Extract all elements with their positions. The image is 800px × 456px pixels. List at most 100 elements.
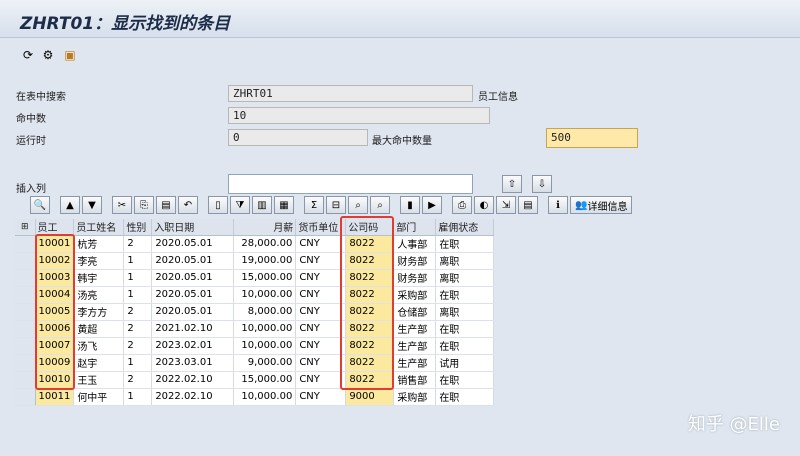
- undo-icon[interactable]: ↶: [178, 196, 198, 214]
- sort-ascending-icon[interactable]: ▲: [60, 196, 80, 214]
- cell-employee-name[interactable]: 赵宇: [73, 354, 125, 372]
- cell-salary[interactable]: 10,000.00: [233, 320, 297, 338]
- max-hits-input[interactable]: 500: [546, 128, 638, 148]
- col-header-gender[interactable]: 性别: [123, 219, 153, 236]
- select-all-cell[interactable]: ⊞: [15, 219, 36, 236]
- cell-status[interactable]: 离职: [435, 303, 495, 321]
- cell-status[interactable]: 离职: [435, 269, 495, 287]
- cell-hire-date[interactable]: 2022.02.10: [151, 388, 235, 406]
- subtotal-icon[interactable]: ⊟: [326, 196, 346, 214]
- print-icon[interactable]: ⎙: [452, 196, 472, 214]
- cell-status[interactable]: 在职: [435, 286, 495, 304]
- cut-icon[interactable]: ✂: [112, 196, 132, 214]
- paste-icon[interactable]: ▤: [156, 196, 176, 214]
- cell-department[interactable]: 财务部: [393, 269, 437, 287]
- cell-currency[interactable]: CNY: [295, 235, 347, 253]
- table-row[interactable]: 10004 汤亮 1 2020.05.01 10,000.00 CNY 8022 采购部 在职: [15, 286, 495, 304]
- cell-department[interactable]: 生产部: [393, 320, 437, 338]
- sort-descending-icon[interactable]: ▼: [82, 196, 102, 214]
- binoculars-icon[interactable]: ⌕: [348, 196, 368, 214]
- cell-employee-name[interactable]: 何中平: [73, 388, 125, 406]
- col-header-name[interactable]: 员工姓名: [73, 219, 125, 236]
- table-row[interactable]: 10006 黄超 2 2021.02.10 10,000.00 CNY 8022 生产部 在职: [15, 320, 495, 338]
- table-row[interactable]: 10001 杭芳 2 2020.05.01 28,000.00 CNY 8022 人事部 在职: [15, 235, 495, 253]
- row-selector[interactable]: [15, 303, 36, 321]
- cell-hire-date[interactable]: 2023.02.01: [151, 337, 235, 355]
- cell-status[interactable]: 在职: [435, 388, 495, 406]
- cell-status[interactable]: 在职: [435, 337, 495, 355]
- table-row[interactable]: 10003 韩宇 1 2020.05.01 15,000.00 CNY 8022 财务部 离职: [15, 269, 495, 287]
- cell-currency[interactable]: CNY: [295, 371, 347, 389]
- search-icon[interactable]: 🔍: [30, 196, 50, 214]
- table-row[interactable]: 10009 赵宇 1 2023.03.01 9,000.00 CNY 8022 生产部 试用: [15, 354, 495, 372]
- cell-currency[interactable]: CNY: [295, 354, 347, 372]
- col-header-currency[interactable]: 货币单位: [295, 219, 347, 236]
- cell-employee-name[interactable]: 李亮: [73, 252, 125, 270]
- cell-department[interactable]: 财务部: [393, 252, 437, 270]
- cell-gender[interactable]: 2: [123, 371, 153, 389]
- cell-salary[interactable]: 15,000.00: [233, 269, 297, 287]
- row-selector[interactable]: [15, 337, 36, 355]
- cell-status[interactable]: 在职: [435, 235, 495, 253]
- cell-employee-name[interactable]: 杭芳: [73, 235, 125, 253]
- cell-department[interactable]: 生产部: [393, 354, 437, 372]
- cell-department[interactable]: 人事部: [393, 235, 437, 253]
- cell-hire-date[interactable]: 2020.05.01: [151, 252, 235, 270]
- chart-icon[interactable]: ▮: [400, 196, 420, 214]
- cell-employee-name[interactable]: 黄超: [73, 320, 125, 338]
- row-selector[interactable]: [15, 269, 36, 287]
- cell-employee-name[interactable]: 王玉: [73, 371, 125, 389]
- row-selector[interactable]: [15, 371, 36, 389]
- row-selector[interactable]: [15, 388, 36, 406]
- table-row[interactable]: 10011 何中平 1 2022.02.10 10,000.00 CNY 9000 采购部 在职: [15, 388, 495, 406]
- cell-employee-id[interactable]: 10011: [35, 388, 75, 406]
- cell-status[interactable]: 试用: [435, 354, 495, 372]
- save-icon[interactable]: ▣: [62, 47, 78, 63]
- cell-salary[interactable]: 19,000.00: [233, 252, 297, 270]
- cell-currency[interactable]: CNY: [295, 286, 347, 304]
- cell-hire-date[interactable]: 2021.02.10: [151, 320, 235, 338]
- cell-status[interactable]: 在职: [435, 320, 495, 338]
- cell-salary[interactable]: 10,000.00: [233, 337, 297, 355]
- cell-company-code[interactable]: 9000: [345, 388, 395, 406]
- cell-currency[interactable]: CNY: [295, 252, 347, 270]
- cell-salary[interactable]: 10,000.00: [233, 388, 297, 406]
- table-row[interactable]: 10002 李亮 1 2020.05.01 19,000.00 CNY 8022 财务部 离职: [15, 252, 495, 270]
- settings-icon[interactable]: ⚙: [40, 47, 56, 63]
- cell-gender[interactable]: 2: [123, 303, 153, 321]
- insert-column-input[interactable]: [228, 174, 473, 194]
- cell-hire-date[interactable]: 2023.03.01: [151, 354, 235, 372]
- export-icon[interactable]: ▶: [422, 196, 442, 214]
- cell-hire-date[interactable]: 2020.05.01: [151, 235, 235, 253]
- copy-icon[interactable]: ⎘: [134, 196, 154, 214]
- cell-gender[interactable]: 1: [123, 269, 153, 287]
- row-selector[interactable]: [15, 354, 36, 372]
- cell-hire-date[interactable]: 2022.02.10: [151, 371, 235, 389]
- table-row[interactable]: 10010 王玉 2 2022.02.10 15,000.00 CNY 8022 销售部 在职: [15, 371, 495, 389]
- cell-salary[interactable]: 28,000.00: [233, 235, 297, 253]
- cell-status[interactable]: 离职: [435, 252, 495, 270]
- cell-salary[interactable]: 15,000.00: [233, 371, 297, 389]
- filter-icon[interactable]: ⧩: [230, 196, 250, 214]
- col-header-status[interactable]: 雇佣状态: [435, 219, 495, 236]
- table-row[interactable]: 10005 李方方 2 2020.05.01 8,000.00 CNY 8022 仓储部 离职: [15, 303, 495, 321]
- cell-currency[interactable]: CNY: [295, 337, 347, 355]
- cell-currency[interactable]: CNY: [295, 269, 347, 287]
- cell-department[interactable]: 采购部: [393, 388, 437, 406]
- find-next-icon[interactable]: ⌕: [370, 196, 390, 214]
- cell-gender[interactable]: 1: [123, 388, 153, 406]
- view-icon[interactable]: ◐: [474, 196, 494, 214]
- cell-gender[interactable]: 2: [123, 337, 153, 355]
- cell-department[interactable]: 仓储部: [393, 303, 437, 321]
- cell-gender[interactable]: 1: [123, 354, 153, 372]
- cell-department[interactable]: 采购部: [393, 286, 437, 304]
- layout-icon[interactable]: ▥: [252, 196, 272, 214]
- cell-currency[interactable]: CNY: [295, 320, 347, 338]
- cell-currency[interactable]: CNY: [295, 388, 347, 406]
- col-header-salary[interactable]: 月薪: [233, 219, 297, 236]
- col-header-employee[interactable]: 员工: [35, 219, 75, 236]
- row-selector[interactable]: [15, 235, 36, 253]
- cell-employee-name[interactable]: 汤亮: [73, 286, 125, 304]
- cell-employee-name[interactable]: 汤飞: [73, 337, 125, 355]
- cell-gender[interactable]: 1: [123, 252, 153, 270]
